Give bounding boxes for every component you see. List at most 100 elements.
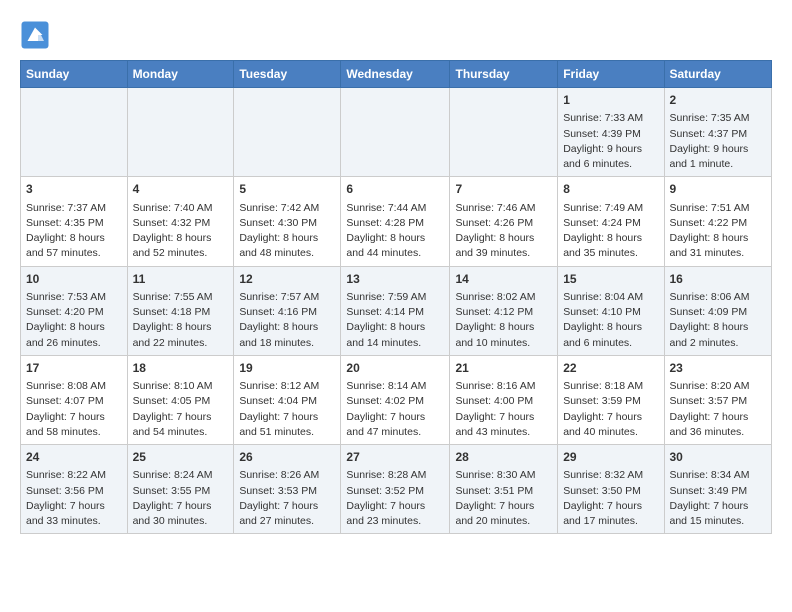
day-info: Sunset: 4:02 PM [346,394,444,409]
day-number: 20 [346,360,444,377]
weekday-header-thursday: Thursday [450,61,558,88]
day-number: 8 [563,181,658,198]
day-info: Daylight: 8 hours and 39 minutes. [455,231,552,261]
day-info: Daylight: 8 hours and 44 minutes. [346,231,444,261]
calendar-cell [127,88,234,177]
day-info: Sunset: 4:14 PM [346,305,444,320]
day-info: Daylight: 8 hours and 35 minutes. [563,231,658,261]
day-info: Sunset: 3:49 PM [670,484,767,499]
calendar-table: SundayMondayTuesdayWednesdayThursdayFrid… [20,60,772,534]
calendar-cell: 11Sunrise: 7:55 AMSunset: 4:18 PMDayligh… [127,266,234,355]
day-info: Sunrise: 7:40 AM [133,201,229,216]
day-info: Sunset: 4:37 PM [670,127,767,142]
day-info: Sunrise: 7:46 AM [455,201,552,216]
day-info: Sunrise: 8:32 AM [563,468,658,483]
calendar-cell: 6Sunrise: 7:44 AMSunset: 4:28 PMDaylight… [341,177,450,266]
calendar-cell: 8Sunrise: 7:49 AMSunset: 4:24 PMDaylight… [558,177,664,266]
day-info: Daylight: 8 hours and 22 minutes. [133,320,229,350]
day-info: Daylight: 8 hours and 6 minutes. [563,320,658,350]
calendar-cell: 28Sunrise: 8:30 AMSunset: 3:51 PMDayligh… [450,445,558,534]
day-info: Daylight: 7 hours and 43 minutes. [455,410,552,440]
calendar-cell: 21Sunrise: 8:16 AMSunset: 4:00 PMDayligh… [450,355,558,444]
day-info: Sunrise: 8:04 AM [563,290,658,305]
calendar-cell: 3Sunrise: 7:37 AMSunset: 4:35 PMDaylight… [21,177,128,266]
day-info: Sunset: 4:09 PM [670,305,767,320]
day-info: Sunrise: 8:18 AM [563,379,658,394]
day-info: Daylight: 8 hours and 10 minutes. [455,320,552,350]
day-number: 5 [239,181,335,198]
day-info: Sunrise: 7:49 AM [563,201,658,216]
calendar-cell: 14Sunrise: 8:02 AMSunset: 4:12 PMDayligh… [450,266,558,355]
day-info: Sunset: 4:00 PM [455,394,552,409]
day-info: Sunset: 4:07 PM [26,394,122,409]
logo-icon [20,20,50,50]
day-info: Sunrise: 7:59 AM [346,290,444,305]
day-info: Daylight: 8 hours and 14 minutes. [346,320,444,350]
day-number: 26 [239,449,335,466]
calendar-cell: 10Sunrise: 7:53 AMSunset: 4:20 PMDayligh… [21,266,128,355]
day-info: Daylight: 7 hours and 51 minutes. [239,410,335,440]
day-info: Daylight: 8 hours and 2 minutes. [670,320,767,350]
day-info: Sunset: 4:10 PM [563,305,658,320]
weekday-header-wednesday: Wednesday [341,61,450,88]
calendar-week-5: 24Sunrise: 8:22 AMSunset: 3:56 PMDayligh… [21,445,772,534]
calendar-cell: 17Sunrise: 8:08 AMSunset: 4:07 PMDayligh… [21,355,128,444]
calendar-cell: 7Sunrise: 7:46 AMSunset: 4:26 PMDaylight… [450,177,558,266]
day-info: Daylight: 8 hours and 26 minutes. [26,320,122,350]
weekday-header-sunday: Sunday [21,61,128,88]
day-number: 9 [670,181,767,198]
day-info: Sunrise: 8:24 AM [133,468,229,483]
day-info: Daylight: 8 hours and 57 minutes. [26,231,122,261]
day-number: 17 [26,360,122,377]
header-row: SundayMondayTuesdayWednesdayThursdayFrid… [21,61,772,88]
calendar-cell [21,88,128,177]
calendar-cell: 18Sunrise: 8:10 AMSunset: 4:05 PMDayligh… [127,355,234,444]
day-info: Sunset: 3:57 PM [670,394,767,409]
day-info: Daylight: 8 hours and 31 minutes. [670,231,767,261]
day-info: Sunset: 4:12 PM [455,305,552,320]
day-info: Sunrise: 8:06 AM [670,290,767,305]
day-info: Sunrise: 8:14 AM [346,379,444,394]
day-info: Sunrise: 8:20 AM [670,379,767,394]
day-number: 30 [670,449,767,466]
calendar-cell: 13Sunrise: 7:59 AMSunset: 4:14 PMDayligh… [341,266,450,355]
day-info: Sunrise: 7:35 AM [670,111,767,126]
day-info: Sunset: 4:05 PM [133,394,229,409]
day-info: Daylight: 7 hours and 36 minutes. [670,410,767,440]
day-number: 23 [670,360,767,377]
day-info: Sunrise: 7:55 AM [133,290,229,305]
calendar-cell: 25Sunrise: 8:24 AMSunset: 3:55 PMDayligh… [127,445,234,534]
day-number: 28 [455,449,552,466]
calendar-cell: 1Sunrise: 7:33 AMSunset: 4:39 PMDaylight… [558,88,664,177]
day-info: Sunset: 4:35 PM [26,216,122,231]
calendar-cell: 20 Sunrise: 8:14 AMSunset: 4:02 PMDayligh… [341,355,450,444]
calendar-cell: 29Sunrise: 8:32 AMSunset: 3:50 PMDayligh… [558,445,664,534]
day-number: 25 [133,449,229,466]
day-info: Daylight: 9 hours and 6 minutes. [563,142,658,172]
day-info: Daylight: 7 hours and 30 minutes. [133,499,229,529]
day-number: 11 [133,271,229,288]
day-info: Sunrise: 8:02 AM [455,290,552,305]
day-info: Daylight: 7 hours and 54 minutes. [133,410,229,440]
day-info: Sunrise: 8:28 AM [346,468,444,483]
calendar-cell: 9Sunrise: 7:51 AMSunset: 4:22 PMDaylight… [664,177,772,266]
calendar-cell: 12Sunrise: 7:57 AMSunset: 4:16 PMDayligh… [234,266,341,355]
day-info: Daylight: 7 hours and 47 minutes. [346,410,444,440]
calendar-cell: 2Sunrise: 7:35 AMSunset: 4:37 PMDaylight… [664,88,772,177]
day-info: Daylight: 7 hours and 15 minutes. [670,499,767,529]
logo [20,20,52,50]
day-info: Sunrise: 7:53 AM [26,290,122,305]
day-info: Daylight: 7 hours and 23 minutes. [346,499,444,529]
weekday-header-saturday: Saturday [664,61,772,88]
calendar-cell [341,88,450,177]
day-number: 16 [670,271,767,288]
day-info: Sunset: 3:51 PM [455,484,552,499]
day-info: Sunrise: 8:34 AM [670,468,767,483]
day-info: Daylight: 7 hours and 27 minutes. [239,499,335,529]
weekday-header-monday: Monday [127,61,234,88]
day-info: Sunrise: 8:12 AM [239,379,335,394]
calendar-cell: 19Sunrise: 8:12 AMSunset: 4:04 PMDayligh… [234,355,341,444]
page-header [20,20,772,50]
day-info: Sunset: 4:16 PM [239,305,335,320]
calendar-cell: 23 Sunrise: 8:20 AMSunset: 3:57 PMDayligh… [664,355,772,444]
